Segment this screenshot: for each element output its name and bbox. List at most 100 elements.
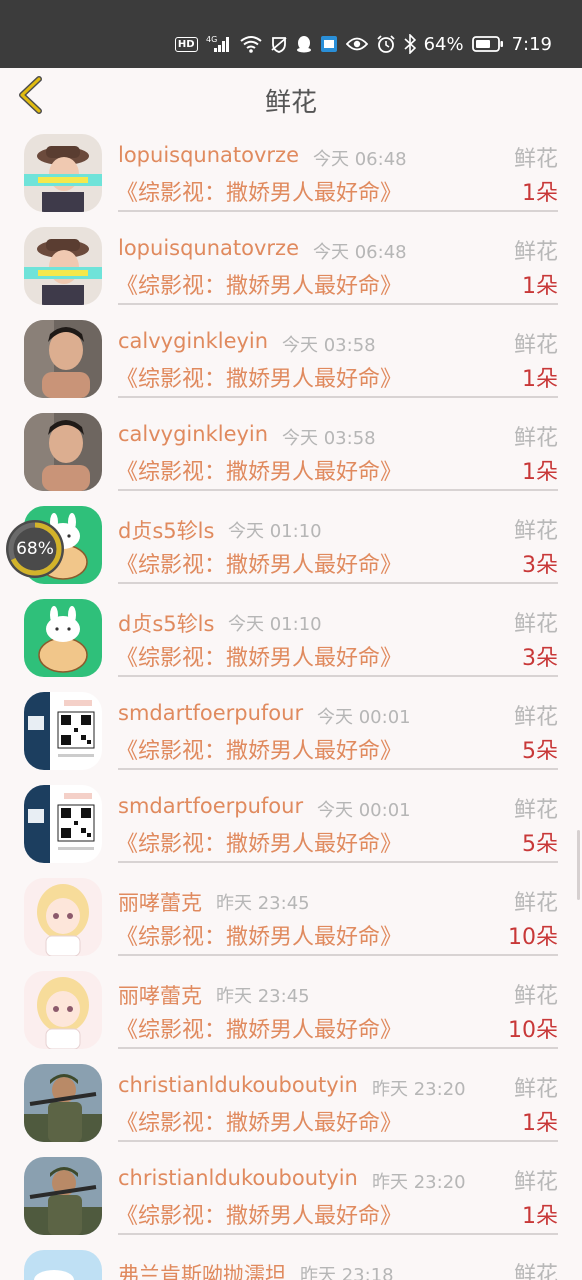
avatar[interactable] [24, 785, 102, 863]
row-divider [118, 489, 558, 491]
row-divider [118, 303, 558, 305]
gift-count: 1朵 [522, 274, 558, 299]
user-name[interactable]: smdartfoerpufour [118, 701, 303, 725]
cellular-signal-icon: 4G [206, 34, 232, 54]
book-title[interactable]: 《综影视：撒娇男人最好命》 [116, 454, 402, 486]
page-header: 鲜花 [0, 68, 582, 122]
gift-count: 10朵 [508, 1018, 558, 1043]
user-name[interactable]: lopuisqunatovrze [118, 143, 299, 167]
status-bar: HD 4G 64% 7:19 [0, 0, 582, 68]
row-divider [118, 1140, 558, 1142]
vpn-key-icon [270, 35, 288, 53]
user-name[interactable]: lopuisqunatovrze [118, 236, 299, 260]
book-title[interactable]: 《综影视：撒娇男人最好命》 [116, 268, 402, 300]
list-item[interactable]: christianldukouboutyin 昨天 23:20 鲜花 《综影视：… [0, 1052, 582, 1145]
list-item[interactable]: 丽哮蕾克 昨天 23:45 鲜花 《综影视：撒娇男人最好命》 10朵 [0, 866, 582, 959]
avatar[interactable] [24, 878, 102, 956]
gift-count: 1朵 [522, 1204, 558, 1229]
book-title[interactable]: 《综影视：撒娇男人最好命》 [116, 175, 402, 207]
avatar[interactable] [24, 1064, 102, 1142]
avatar[interactable] [24, 1250, 102, 1280]
gift-type-label: 鲜花 [513, 891, 558, 916]
user-name[interactable]: christianldukouboutyin [118, 1166, 358, 1190]
avatar[interactable] [24, 1157, 102, 1235]
gift-count: 1朵 [522, 367, 558, 392]
battery-icon [471, 35, 504, 53]
avatar[interactable] [24, 134, 102, 212]
bluetooth-icon [404, 34, 416, 54]
user-name[interactable]: smdartfoerpufour [118, 794, 303, 818]
status-icons: HD 4G 64% 7:19 [174, 32, 552, 56]
memory-percent: 68% [16, 539, 54, 559]
avatar[interactable] [24, 599, 102, 677]
user-name[interactable]: calvyginkleyin [118, 329, 268, 353]
app-notification-icon [320, 35, 338, 53]
user-name[interactable]: 弗兰肯斯呦抛濡坦 [118, 1259, 286, 1280]
book-title[interactable]: 《综影视：撒娇男人最好命》 [116, 1012, 402, 1044]
gift-type-label: 鲜花 [513, 984, 558, 1009]
list-item[interactable]: calvyginkleyin 今天 03:58 鲜花 《综影视：撒娇男人最好命》… [0, 401, 582, 494]
avatar[interactable] [24, 971, 102, 1049]
list-item[interactable]: lopuisqunatovrze 今天 06:48 鲜花 《综影视：撒娇男人最好… [0, 122, 582, 215]
avatar[interactable] [24, 227, 102, 305]
list-item[interactable]: calvyginkleyin 今天 03:58 鲜花 《综影视：撒娇男人最好命》… [0, 308, 582, 401]
book-title[interactable]: 《综影视：撒娇男人最好命》 [116, 733, 402, 765]
gift-type-label: 鲜花 [513, 147, 558, 172]
gift-count: 5朵 [522, 832, 558, 857]
list-item[interactable]: christianldukouboutyin 昨天 23:20 鲜花 《综影视：… [0, 1145, 582, 1238]
gift-time: 今天 06:48 [313, 149, 407, 170]
gift-time: 今天 01:10 [228, 614, 322, 635]
gift-type-label: 鲜花 [513, 1263, 558, 1280]
gift-type-label: 鲜花 [513, 1077, 558, 1102]
gift-type-label: 鲜花 [513, 240, 558, 265]
gift-time: 今天 00:01 [317, 707, 411, 728]
avatar[interactable] [24, 413, 102, 491]
list-item[interactable]: smdartfoerpufour 今天 00:01 鲜花 《综影视：撒娇男人最好… [0, 680, 582, 773]
user-name[interactable]: calvyginkleyin [118, 422, 268, 446]
book-title[interactable]: 《综影视：撒娇男人最好命》 [116, 640, 402, 672]
gift-time: 今天 06:48 [313, 242, 407, 263]
gift-count: 1朵 [522, 181, 558, 206]
list-item[interactable]: d贞s5轸ls 今天 01:10 鲜花 《综影视：撒娇男人最好命》 3朵 [0, 587, 582, 680]
gift-count: 3朵 [522, 553, 558, 578]
row-divider [118, 1233, 558, 1235]
user-name[interactable]: d贞s5轸ls [118, 515, 214, 545]
book-title[interactable]: 《综影视：撒娇男人最好命》 [116, 1198, 402, 1230]
list-item[interactable]: 弗兰肯斯呦抛濡坦 昨天 23:18 鲜花 [0, 1238, 582, 1280]
list-item[interactable]: smdartfoerpufour 今天 00:01 鲜花 《综影视：撒娇男人最好… [0, 773, 582, 866]
alarm-clock-icon [376, 34, 396, 54]
gift-time: 今天 00:01 [317, 800, 411, 821]
user-name[interactable]: 丽哮蕾克 [118, 980, 202, 1010]
gift-time: 今天 03:58 [282, 428, 376, 449]
book-title[interactable]: 《综影视：撒娇男人最好命》 [116, 547, 402, 579]
gift-type-label: 鲜花 [513, 333, 558, 358]
list-item[interactable]: lopuisqunatovrze 今天 06:48 鲜花 《综影视：撒娇男人最好… [0, 215, 582, 308]
wifi-icon [239, 35, 262, 53]
gift-time: 今天 03:58 [282, 335, 376, 356]
gift-type-label: 鲜花 [513, 705, 558, 730]
list-item[interactable]: 丽哮蕾克 昨天 23:45 鲜花 《综影视：撒娇男人最好命》 10朵 [0, 959, 582, 1052]
user-name[interactable]: d贞s5轸ls [118, 608, 214, 638]
avatar[interactable] [24, 320, 102, 398]
gift-type-label: 鲜花 [513, 798, 558, 823]
row-divider [118, 210, 558, 212]
eye-icon [345, 36, 368, 52]
gift-record-list[interactable]: lopuisqunatovrze 今天 06:48 鲜花 《综影视：撒娇男人最好… [0, 122, 582, 1280]
row-divider [118, 675, 558, 677]
book-title[interactable]: 《综影视：撒娇男人最好命》 [116, 826, 402, 858]
gift-time: 昨天 23:45 [216, 893, 310, 914]
row-divider [118, 396, 558, 398]
page-title: 鲜花 [264, 88, 317, 118]
row-divider [118, 1047, 558, 1049]
gift-count: 5朵 [522, 739, 558, 764]
floating-memory-ball[interactable]: 68% [6, 520, 64, 578]
avatar[interactable] [24, 692, 102, 770]
book-title[interactable]: 《综影视：撒娇男人最好命》 [116, 1105, 402, 1137]
user-name[interactable]: christianldukouboutyin [118, 1073, 358, 1097]
list-item[interactable]: d贞s5轸ls 今天 01:10 鲜花 《综影视：撒娇男人最好命》 3朵 [0, 494, 582, 587]
scrollbar[interactable] [577, 830, 580, 900]
book-title[interactable]: 《综影视：撒娇男人最好命》 [116, 919, 402, 951]
book-title[interactable]: 《综影视：撒娇男人最好命》 [116, 361, 402, 393]
user-name[interactable]: 丽哮蕾克 [118, 887, 202, 917]
gift-type-label: 鲜花 [513, 612, 558, 637]
